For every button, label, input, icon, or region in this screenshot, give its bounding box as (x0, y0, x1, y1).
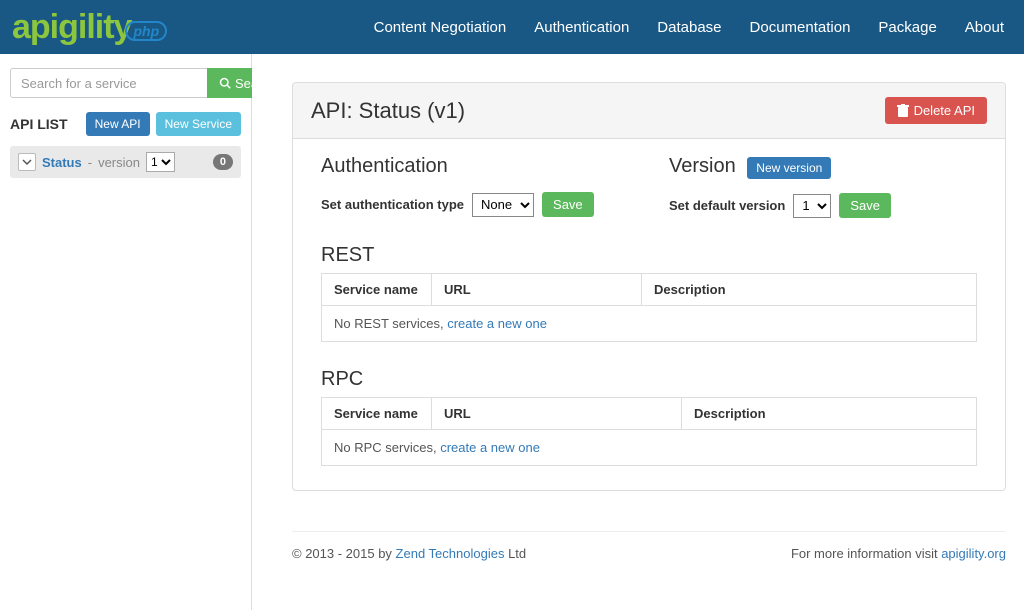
sidebar: Search API LIST New API New Service Stat… (0, 54, 252, 610)
delete-api-button[interactable]: Delete API (885, 97, 987, 124)
version-label: version (98, 155, 140, 170)
expand-toggle[interactable] (18, 153, 36, 171)
nav-package[interactable]: Package (878, 19, 936, 36)
rest-empty-text: No REST services, (334, 316, 447, 331)
rest-col-desc: Description (642, 274, 977, 306)
rpc-col-url: URL (432, 398, 682, 430)
api-list-item[interactable]: Status - version 1 0 (10, 146, 241, 178)
top-navbar: apigility php Content Negotiation Authen… (0, 0, 1024, 54)
footer: © 2013 - 2015 by Zend Technologies Ltd F… (292, 531, 1006, 561)
new-api-button[interactable]: New API (86, 112, 150, 136)
logo: apigility php (12, 10, 167, 44)
auth-heading: Authentication (321, 155, 629, 178)
footer-apigility-link[interactable]: apigility.org (941, 546, 1006, 561)
new-service-button[interactable]: New Service (156, 112, 241, 136)
rpc-col-desc: Description (682, 398, 977, 430)
nav-content-negotiation[interactable]: Content Negotiation (374, 19, 507, 36)
rest-col-service: Service name (322, 274, 432, 306)
version-heading: Version (669, 155, 736, 177)
auth-type-label: Set authentication type (321, 197, 464, 212)
content-area: API: Status (v1) Delete API Authenticati… (252, 54, 1024, 610)
logo-text: apigility (12, 10, 131, 44)
nav-authentication[interactable]: Authentication (534, 19, 629, 36)
nav-about[interactable]: About (965, 19, 1004, 36)
rpc-create-link[interactable]: create a new one (440, 440, 540, 455)
page-title: API: Status (v1) (311, 98, 465, 124)
search-icon (219, 77, 231, 89)
rpc-table: Service name URL Description No RPC serv… (321, 397, 977, 466)
default-version-label: Set default version (669, 198, 785, 213)
api-list-heading: API LIST (10, 116, 68, 132)
logo-sub: php (125, 21, 167, 41)
rest-table: Service name URL Description No REST ser… (321, 273, 977, 342)
auth-save-button[interactable]: Save (542, 192, 594, 217)
delete-api-label: Delete API (914, 103, 975, 118)
rpc-empty-text: No RPC services, (334, 440, 440, 455)
rest-create-link[interactable]: create a new one (447, 316, 547, 331)
rpc-col-service: Service name (322, 398, 432, 430)
trash-icon (897, 104, 909, 117)
service-count-badge: 0 (213, 154, 233, 170)
chevron-down-icon (22, 157, 32, 167)
rest-heading: REST (321, 244, 977, 267)
nav-database[interactable]: Database (657, 19, 721, 36)
primary-nav: Content Negotiation Authentication Datab… (374, 19, 1004, 36)
auth-type-select[interactable]: None (472, 193, 534, 217)
api-panel: API: Status (v1) Delete API Authenticati… (292, 82, 1006, 491)
footer-zend-link[interactable]: Zend Technologies (396, 546, 505, 561)
api-name: Status (42, 155, 82, 170)
version-save-button[interactable]: Save (839, 193, 891, 218)
new-version-button[interactable]: New version (747, 157, 831, 179)
rpc-heading: RPC (321, 368, 977, 391)
default-version-select[interactable]: 1 (793, 194, 831, 218)
nav-documentation[interactable]: Documentation (750, 19, 851, 36)
rest-col-url: URL (432, 274, 642, 306)
version-select[interactable]: 1 (146, 152, 175, 172)
search-input[interactable] (10, 68, 207, 98)
